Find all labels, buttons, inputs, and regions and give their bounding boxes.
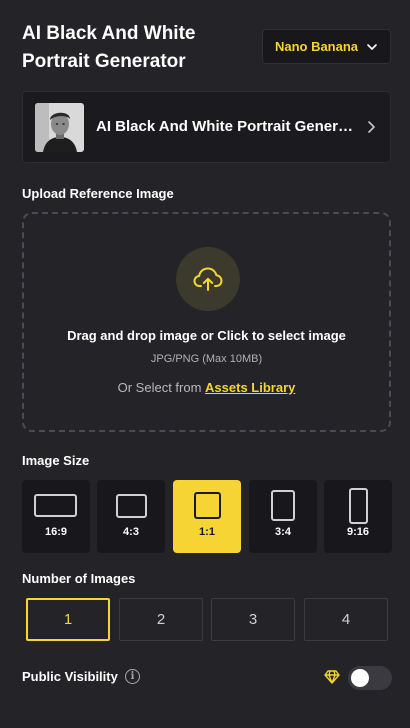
count-option-2[interactable]: 2 [119, 598, 203, 641]
size-option-1-1[interactable]: 1:1 [173, 480, 241, 553]
size-option-4-3[interactable]: 4:3 [97, 480, 165, 553]
count-option-1[interactable]: 1 [26, 598, 110, 641]
page-title: AI Black And White Portrait Generator [22, 23, 196, 72]
size-option-9-16[interactable]: 9:16 [324, 480, 392, 553]
assets-library-line: Or Select from Assets Library [24, 380, 389, 395]
aspect-1-1-icon [194, 492, 221, 519]
count-option-3[interactable]: 3 [211, 598, 295, 641]
chevron-down-icon [367, 43, 377, 50]
preset-name: AI Black And White Portrait Generator [96, 118, 360, 135]
upload-icon-container [176, 247, 240, 311]
public-visibility-label: Public Visibility [22, 669, 118, 684]
model-select-value: Nano Banana [274, 39, 359, 54]
count-option-4[interactable]: 4 [304, 598, 388, 641]
image-size-label: Image Size [22, 453, 90, 468]
preset-card[interactable]: AI Black And White Portrait Generator [22, 91, 391, 163]
image-size-options: 16:9 4:3 1:1 3:4 9:16 [22, 480, 392, 553]
public-visibility-row: Public Visibility i [22, 666, 392, 690]
cloud-upload-icon [193, 267, 223, 291]
size-option-label: 9:16 [346, 526, 370, 538]
toggle-knob [351, 669, 369, 687]
size-option-label: 16:9 [44, 526, 68, 538]
upload-format-hint: JPG/PNG (Max 10MB) [150, 353, 263, 365]
number-of-images-label: Number of Images [22, 571, 136, 586]
aspect-9-16-icon [349, 488, 368, 524]
chevron-right-icon [368, 121, 375, 133]
upload-section-label: Upload Reference Image [22, 186, 174, 201]
upload-instructions: Drag and drop image or Click to select i… [67, 328, 346, 343]
header: AI Black And White Portrait Generator Na… [22, 20, 402, 76]
size-option-label: 1:1 [199, 526, 215, 538]
aspect-3-4-icon [271, 490, 295, 521]
public-visibility-toggle[interactable] [348, 666, 392, 690]
info-icon[interactable]: i [125, 669, 140, 684]
assets-prefix: Or Select from [117, 380, 202, 395]
upload-dropzone[interactable]: Drag and drop image or Click to select i… [22, 212, 391, 432]
model-select[interactable]: Nano Banana [262, 29, 391, 64]
aspect-16-9-icon [34, 494, 77, 517]
preset-thumbnail [35, 103, 84, 152]
diamond-icon [324, 670, 340, 684]
number-of-images-options: 1 2 3 4 [26, 598, 389, 641]
aspect-4-3-icon [116, 494, 147, 518]
size-option-3-4[interactable]: 3:4 [249, 480, 317, 553]
size-option-16-9[interactable]: 16:9 [22, 480, 90, 553]
size-option-label: 3:4 [275, 526, 291, 538]
assets-library-link[interactable]: Assets Library [205, 380, 295, 395]
size-option-label: 4:3 [123, 526, 139, 538]
